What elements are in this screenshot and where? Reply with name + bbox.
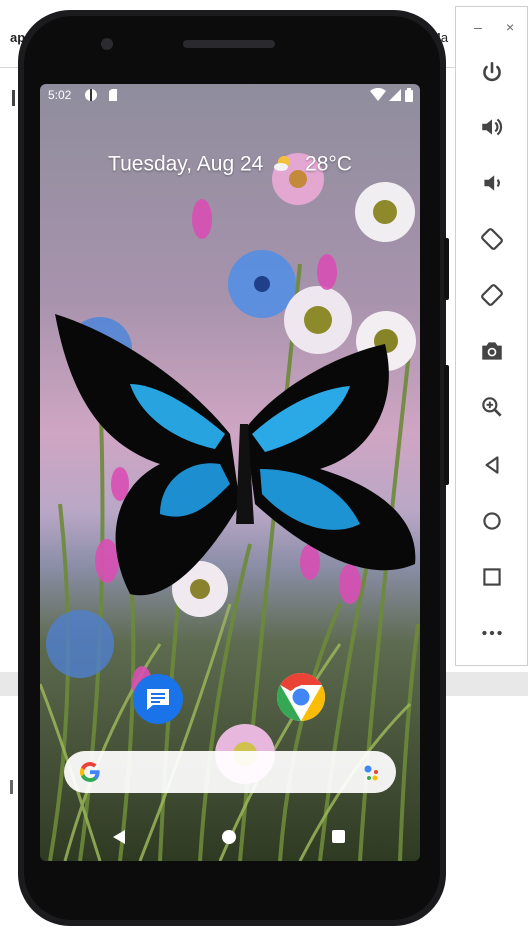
overview-icon bbox=[483, 568, 501, 586]
rotate-right-button[interactable] bbox=[476, 279, 508, 311]
front-camera bbox=[101, 38, 113, 50]
power-icon bbox=[483, 61, 501, 82]
google-search-bar[interactable] bbox=[64, 751, 396, 793]
host-window-marker bbox=[12, 90, 15, 106]
host-window-marker bbox=[10, 780, 13, 794]
phone-volume-key[interactable] bbox=[444, 365, 449, 485]
back-icon bbox=[485, 456, 499, 474]
chrome-app-icon[interactable] bbox=[276, 672, 326, 722]
chrome-icon bbox=[276, 673, 326, 721]
at-a-glance-widget[interactable]: Tuesday, Aug 24 28°C bbox=[40, 152, 420, 176]
earpiece-speaker bbox=[183, 40, 275, 48]
wifi-icon bbox=[370, 88, 386, 101]
rotate-left-icon bbox=[481, 228, 503, 250]
desktop: ap Ma – × bbox=[0, 0, 528, 929]
toolbar-window-controls: – × bbox=[456, 19, 528, 39]
minimize-button[interactable]: – bbox=[474, 19, 482, 35]
status-time: 5:02 bbox=[48, 88, 72, 102]
more-icon bbox=[482, 630, 502, 636]
rotate-left-button[interactable] bbox=[476, 223, 508, 255]
camera-icon bbox=[482, 342, 502, 360]
emulator-toolbar: – × bbox=[455, 6, 528, 666]
screenshot-button[interactable] bbox=[476, 335, 508, 367]
volume-up-button[interactable] bbox=[476, 111, 508, 143]
android-nav-bar bbox=[40, 819, 420, 857]
nav-back-button[interactable] bbox=[112, 829, 126, 845]
home-button[interactable] bbox=[476, 505, 508, 537]
back-button[interactable] bbox=[476, 449, 508, 481]
zoom-button[interactable] bbox=[476, 391, 508, 423]
volume-down-icon bbox=[484, 175, 500, 191]
partly-cloudy-icon bbox=[274, 156, 291, 172]
sd-card-icon bbox=[109, 89, 117, 101]
google-g-icon bbox=[79, 762, 100, 782]
date-text: Tuesday, Aug 24 bbox=[108, 152, 264, 176]
zoom-icon bbox=[482, 397, 502, 417]
overview-button[interactable] bbox=[476, 561, 508, 593]
google-assistant-icon[interactable] bbox=[362, 763, 382, 783]
messages-icon bbox=[147, 689, 169, 710]
battery-icon bbox=[405, 88, 413, 102]
temperature-text: 28°C bbox=[305, 152, 352, 176]
volume-up-icon bbox=[482, 118, 503, 136]
rotate-right-icon bbox=[481, 284, 503, 306]
home-icon bbox=[483, 512, 501, 530]
phone-screen[interactable]: 5:02 Tuesday, Aug 24 28°C bbox=[40, 84, 420, 861]
messages-app-icon[interactable] bbox=[133, 674, 183, 724]
status-bar: 5:02 bbox=[40, 84, 420, 108]
volume-down-button[interactable] bbox=[476, 167, 508, 199]
cell-signal-icon bbox=[389, 89, 401, 101]
more-button[interactable] bbox=[476, 617, 508, 649]
wallpaper bbox=[40, 84, 420, 861]
power-button[interactable] bbox=[476, 57, 508, 89]
close-button[interactable]: × bbox=[506, 19, 514, 35]
nav-recents-button[interactable] bbox=[332, 830, 345, 843]
phone-power-key[interactable] bbox=[444, 238, 449, 300]
nav-home-button[interactable] bbox=[222, 830, 236, 844]
data-saver-icon bbox=[85, 89, 97, 101]
